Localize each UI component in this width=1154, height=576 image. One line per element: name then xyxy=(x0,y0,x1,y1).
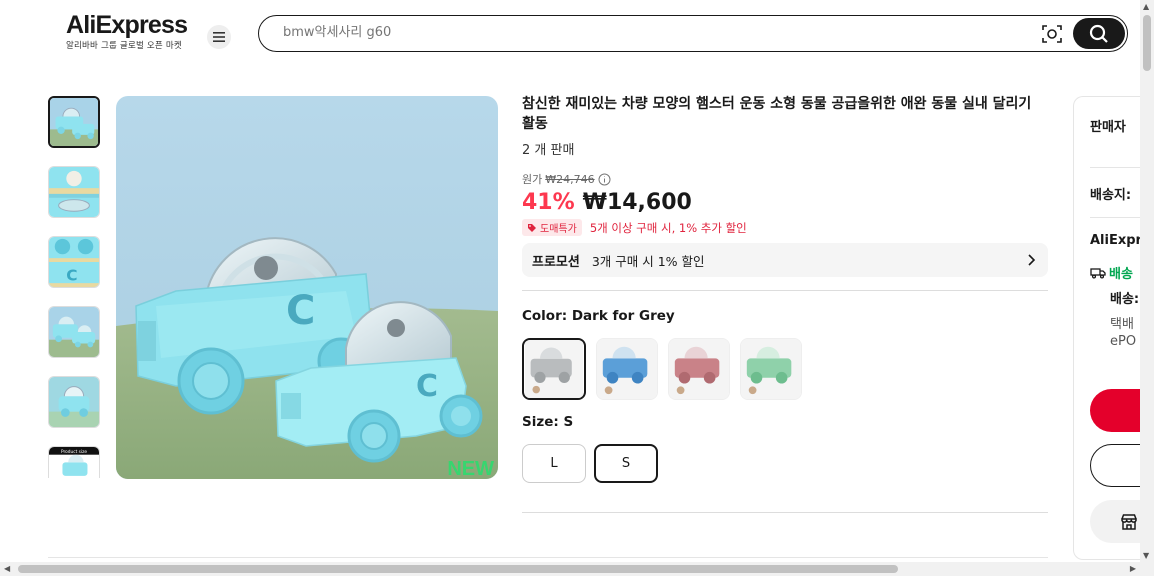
promotion-text: 3개 구매 시 1% 할인 xyxy=(591,253,705,269)
price-row: 41% ₩14,600 xyxy=(522,190,1048,215)
hamburger-icon xyxy=(213,32,225,42)
thumbnail-6[interactable]: Product size xyxy=(48,446,100,478)
ship-to-label[interactable]: 배송지: xyxy=(1090,184,1131,203)
page: AliExpress 알리바바 그룹 글로벌 오픈 마켓 C xyxy=(0,0,1154,576)
scroll-down-icon[interactable]: ▼ xyxy=(1143,551,1149,560)
wholesale-text: 5개 이상 구매 시, 1% 추가 할인 xyxy=(589,220,747,235)
search-button[interactable] xyxy=(1073,18,1125,49)
discount-percent: 41% xyxy=(522,190,575,215)
image-search-button[interactable] xyxy=(1041,23,1063,45)
new-badge: NEW xyxy=(447,458,494,479)
wholesale-badge-text: 도매특가 xyxy=(540,224,577,235)
menu-button[interactable] xyxy=(207,25,231,49)
original-price-label: 원가 xyxy=(522,173,543,186)
store-icon xyxy=(1121,514,1137,530)
color-label: Color: Dark for Grey xyxy=(522,308,675,324)
hamster-car-illustration: C C xyxy=(116,96,498,479)
wholesale-badge: 도매특가 xyxy=(522,219,582,236)
main-product-image[interactable]: C C NEW xyxy=(116,96,498,479)
size-options: L S xyxy=(522,444,1048,483)
vertical-scroll-thumb[interactable] xyxy=(1143,15,1151,71)
thumbnail-6-label: Product size xyxy=(61,449,87,455)
seller-label: 판매자 xyxy=(1090,120,1126,135)
original-price-row: 원가 ₩24,746 xyxy=(522,171,1048,187)
shipping-highlight: 배송 xyxy=(1090,263,1133,282)
thumbnail-3[interactable]: C xyxy=(48,236,100,288)
chevron-right-icon xyxy=(1028,254,1036,266)
size-label: Size: S xyxy=(522,414,574,430)
swatch-grey[interactable] xyxy=(522,338,586,400)
thumbnail-5[interactable] xyxy=(48,376,100,428)
product-title: 참신한 재미있는 차량 모양의 햄스터 운동 소형 동물 공급을위한 애완 동물… xyxy=(522,96,1032,132)
svg-text:C: C xyxy=(286,288,315,334)
size-option-s[interactable]: S xyxy=(594,444,658,483)
delivery-label: 배송: xyxy=(1110,292,1140,307)
wholesale-row: 도매특가 5개 이상 구매 시, 1% 추가 할인 xyxy=(522,219,1048,236)
promotion-bar[interactable]: 프로모션 3개 구매 시 1% 할인 xyxy=(522,243,1048,277)
camera-scan-icon xyxy=(1042,25,1062,43)
tag-icon xyxy=(528,223,536,232)
promotion-title: 프로모션 xyxy=(532,254,580,270)
info-icon[interactable] xyxy=(598,173,611,186)
thumbnail-2[interactable] xyxy=(48,166,100,218)
horizontal-scrollbar[interactable]: ◀ ▶ xyxy=(0,562,1154,576)
logo-text: AliExpress xyxy=(66,11,188,39)
sold-count: 2 개 판매 xyxy=(522,143,575,158)
divider xyxy=(522,290,1048,291)
horizontal-scroll-thumb[interactable] xyxy=(18,565,898,573)
delivery-line-1: 택배 xyxy=(1110,317,1134,332)
search-bar xyxy=(258,15,1128,52)
shipping-highlight-text: 배송 xyxy=(1109,267,1133,282)
sale-price: ₩14,600 xyxy=(582,190,692,215)
truck-icon xyxy=(1090,267,1106,279)
thumbnail-1[interactable] xyxy=(48,96,100,148)
vertical-scrollbar[interactable]: ▲ ▼ xyxy=(1140,0,1154,562)
delivery-line-2: ePO xyxy=(1110,334,1137,349)
thumbnail-4[interactable] xyxy=(48,306,100,358)
scroll-up-icon[interactable]: ▲ xyxy=(1143,2,1149,11)
swatch-blue[interactable] xyxy=(596,338,658,400)
swatch-green[interactable] xyxy=(740,338,802,400)
product-info: 참신한 재미있는 차량 모양의 햄스터 운동 소형 동물 공급을위한 애완 동물… xyxy=(522,94,1048,483)
search-icon xyxy=(1089,24,1108,43)
original-price: ₩24,746 xyxy=(545,172,595,186)
aliexpress-logo[interactable]: AliExpress 알리바바 그룹 글로벌 오픈 마켓 xyxy=(66,11,188,51)
svg-text:C: C xyxy=(416,369,438,404)
scroll-right-icon[interactable]: ▶ xyxy=(1130,564,1136,573)
thumbnail-list: C Product size xyxy=(48,96,102,478)
search-input[interactable] xyxy=(283,25,983,40)
swatch-red[interactable] xyxy=(668,338,730,400)
size-option-l[interactable]: L xyxy=(522,444,586,483)
svg-text:C: C xyxy=(66,266,77,284)
logo-subtitle: 알리바바 그룹 글로벌 오픈 마켓 xyxy=(66,41,182,51)
divider xyxy=(48,557,1048,558)
color-swatches xyxy=(522,338,1048,400)
divider xyxy=(522,512,1048,513)
scroll-left-icon[interactable]: ◀ xyxy=(4,564,10,573)
